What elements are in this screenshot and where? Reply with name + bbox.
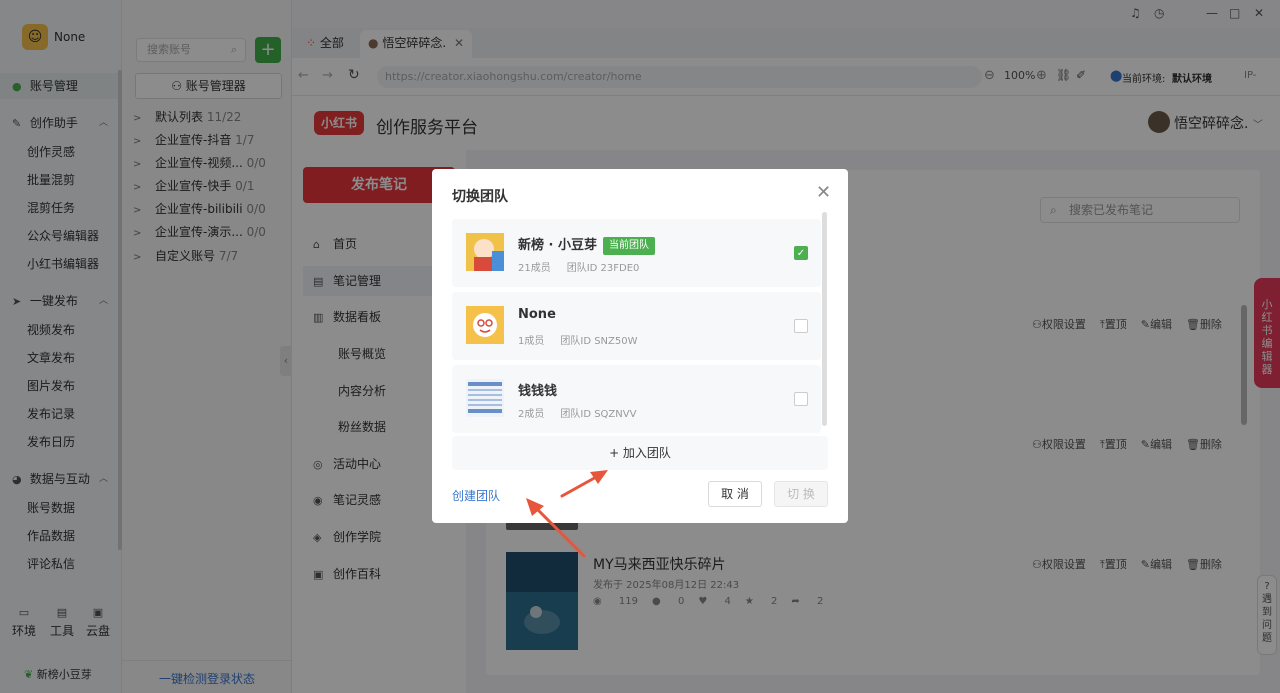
team-logo — [466, 379, 504, 417]
team-id: 团队ID SNZ50W — [560, 336, 638, 347]
team-meta: 2成员 团队ID SQZNVV — [518, 405, 652, 420]
team-checkbox[interactable] — [794, 319, 808, 333]
team-logo — [466, 306, 504, 344]
team-item[interactable]: 钱钱钱 2成员 团队ID SQZNVV — [452, 365, 821, 433]
team-members: 2成员 — [518, 409, 545, 420]
switch-button[interactable]: 切 换 — [774, 481, 828, 507]
team-name: None — [518, 307, 556, 322]
team-checkbox[interactable] — [794, 392, 808, 406]
team-members: 1成员 — [518, 336, 545, 347]
current-team-badge: 当前团队 — [603, 237, 655, 255]
join-team-button[interactable]: + 加入团队 — [452, 436, 828, 470]
team-name: 钱钱钱 — [518, 384, 558, 399]
team-name: 新榜 · 小豆芽 当前团队 — [518, 234, 655, 255]
cancel-button[interactable]: 取 消 — [708, 481, 762, 507]
team-name-text: 新榜 · 小豆芽 — [518, 238, 597, 253]
create-team-link[interactable]: 创建团队 — [452, 487, 500, 504]
team-members: 21成员 — [518, 263, 551, 274]
team-avatar-image — [466, 233, 504, 271]
team-logo — [466, 233, 504, 271]
dialog-scrollbar[interactable] — [822, 212, 827, 426]
check-icon: ✓ — [796, 248, 806, 259]
team-meta: 21成员 团队ID 23FDE0 — [518, 259, 655, 274]
team-id: 团队ID 23FDE0 — [566, 263, 640, 274]
team-meta: 1成员 团队ID SNZ50W — [518, 332, 654, 347]
team-item[interactable]: None 1成员 团队ID SNZ50W — [452, 292, 821, 360]
team-id: 团队ID SQZNVV — [560, 409, 637, 420]
team-checkbox[interactable]: ✓ — [794, 246, 808, 260]
team-avatar-image — [466, 306, 504, 344]
team-item[interactable]: 新榜 · 小豆芽 当前团队 21成员 团队ID 23FDE0 ✓ — [452, 219, 821, 287]
close-icon[interactable]: ✕ — [816, 182, 831, 203]
dialog-title: 切换团队 — [452, 189, 508, 205]
team-avatar-image — [466, 379, 504, 417]
